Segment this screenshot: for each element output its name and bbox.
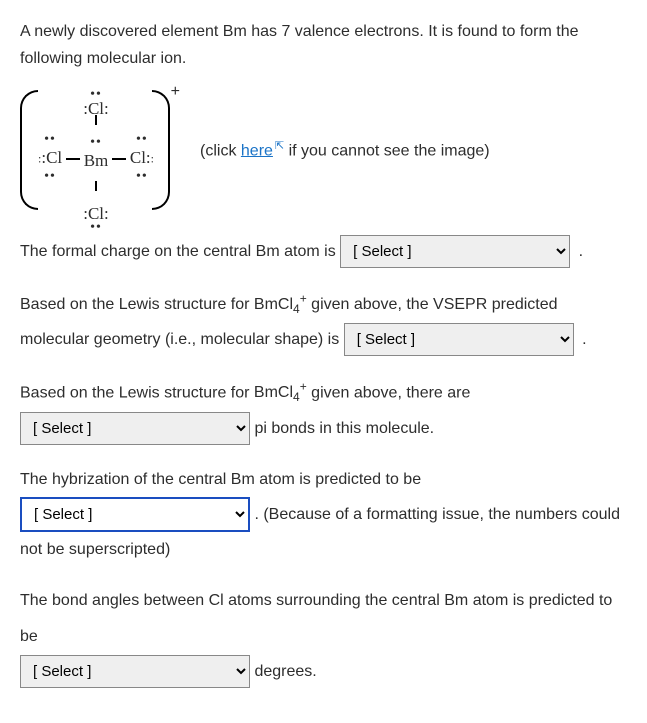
q4-text: The hybrization of the central Bm atom i… bbox=[20, 462, 627, 497]
formula: BmCl4+ bbox=[254, 384, 307, 401]
q2-text-a: Based on the Lewis structure for bbox=[20, 296, 254, 313]
image-link[interactable]: here bbox=[241, 142, 273, 159]
bond-right bbox=[112, 158, 126, 160]
q1-select[interactable]: [ Select ] bbox=[340, 235, 570, 268]
q5-select[interactable]: [ Select ] bbox=[20, 655, 250, 688]
cl-top-label: :Cl: bbox=[83, 99, 109, 118]
lewis-row: + •• :Cl: •• ::Cl •• •• Bm bbox=[20, 86, 627, 216]
bracket-right bbox=[152, 90, 170, 210]
q5-text: The bond angles between Cl atoms surroun… bbox=[20, 583, 627, 653]
q1-period: . bbox=[579, 243, 583, 260]
q2: Based on the Lewis structure for BmCl4+ … bbox=[20, 286, 627, 358]
q3-text-b: given above, there are bbox=[307, 384, 471, 401]
q5-post: degrees. bbox=[254, 663, 316, 680]
bond-left bbox=[66, 158, 80, 160]
bond-bottom bbox=[95, 181, 97, 191]
caption-pre: (click bbox=[200, 142, 241, 159]
bracket-left bbox=[20, 90, 38, 210]
q3: Based on the Lewis structure for BmCl4+ … bbox=[20, 374, 627, 446]
cl-left: •• ::Cl •• bbox=[38, 137, 62, 180]
cl-top: •• :Cl: bbox=[83, 92, 109, 120]
external-link-icon: ⇱ bbox=[275, 137, 284, 157]
lewis-structure: + •• :Cl: •• ::Cl •• •• Bm bbox=[20, 86, 180, 216]
q5: The bond angles between Cl atoms surroun… bbox=[20, 583, 627, 689]
image-caption: (click here⇱ if you cannot see the image… bbox=[200, 137, 490, 166]
cl-bottom: :Cl: •• bbox=[83, 203, 109, 231]
bm-label: Bm bbox=[84, 151, 109, 170]
q3-post: pi bonds in this molecule. bbox=[254, 420, 434, 437]
bm-center: •• Bm bbox=[84, 140, 109, 177]
q4-select[interactable]: [ Select ] bbox=[20, 497, 250, 532]
caption-post: if you cannot see the image) bbox=[284, 142, 489, 159]
cl-right: •• Cl:: •• bbox=[130, 137, 154, 180]
q2-period: . bbox=[582, 331, 586, 348]
cl-right-label: Cl: bbox=[130, 148, 151, 167]
q1: The formal charge on the central Bm atom… bbox=[20, 234, 627, 269]
q3-select[interactable]: [ Select ] bbox=[20, 412, 250, 445]
q2-select[interactable]: [ Select ] bbox=[344, 323, 574, 356]
q4: The hybrization of the central Bm atom i… bbox=[20, 462, 627, 568]
q1-text: The formal charge on the central Bm atom… bbox=[20, 243, 340, 260]
cl-left-label: :Cl bbox=[41, 148, 62, 167]
formula: BmCl4+ bbox=[254, 296, 307, 313]
intro-text: A newly discovered element Bm has 7 vale… bbox=[20, 18, 627, 72]
q3-text-a: Based on the Lewis structure for bbox=[20, 384, 254, 401]
ion-charge: + bbox=[171, 78, 180, 107]
